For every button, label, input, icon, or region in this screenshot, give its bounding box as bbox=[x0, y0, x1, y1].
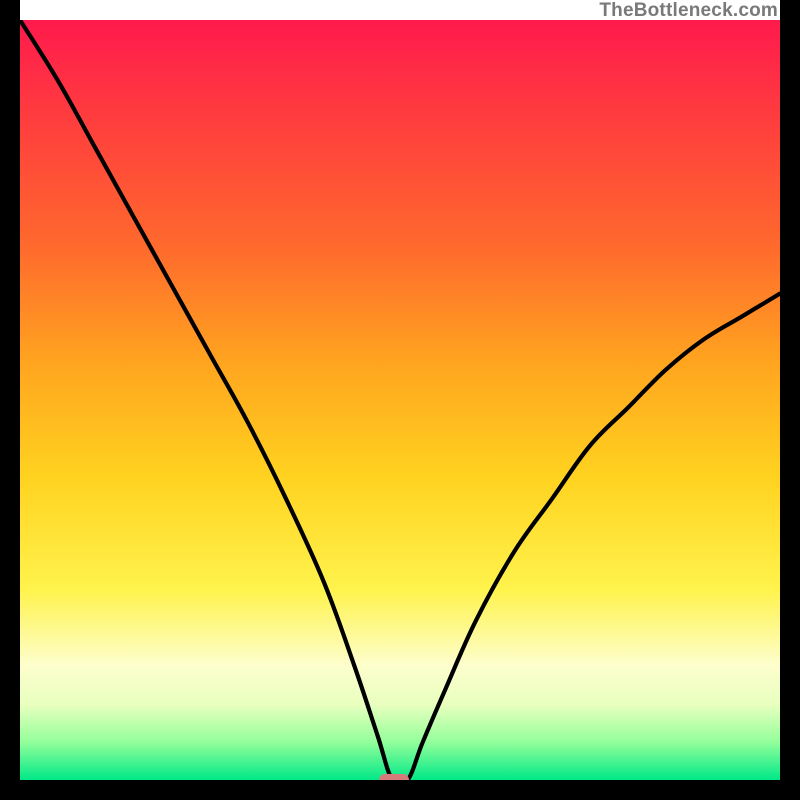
frame-border-bottom bbox=[0, 780, 800, 800]
frame-border-right bbox=[780, 0, 800, 800]
chart-frame: TheBottleneck.com bbox=[0, 0, 800, 800]
frame-border-left bbox=[0, 0, 20, 800]
bottleneck-curve bbox=[20, 20, 780, 780]
plot-area bbox=[20, 20, 780, 780]
watermark-text: TheBottleneck.com bbox=[599, 0, 778, 22]
